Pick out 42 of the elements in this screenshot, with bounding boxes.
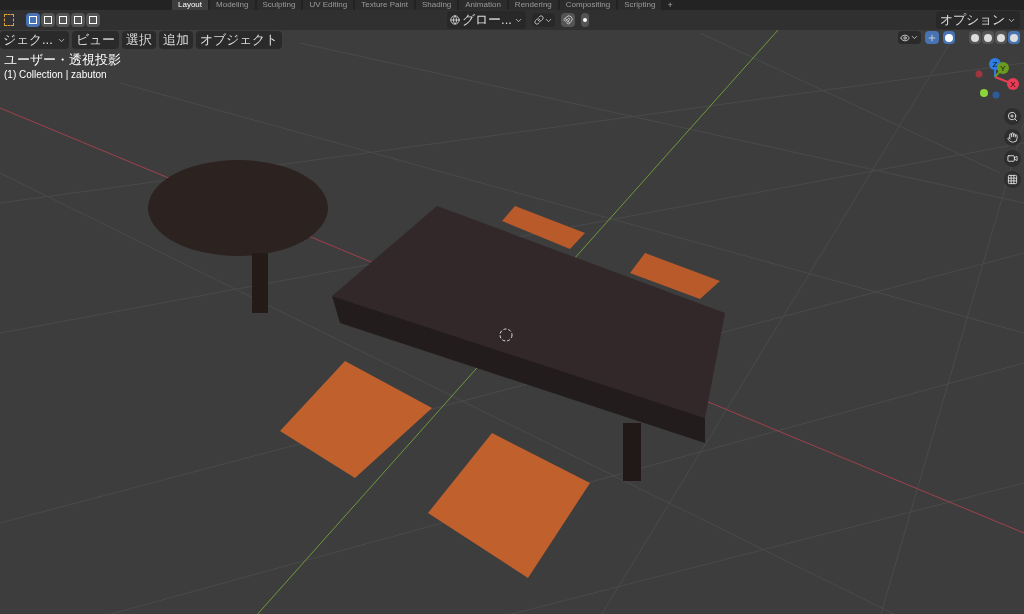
link-icon — [533, 15, 544, 25]
workspace-tab[interactable]: Rendering — [508, 0, 558, 10]
workspace-tab[interactable]: UV Editing — [303, 0, 354, 10]
shading-mode-button[interactable] — [1008, 31, 1020, 44]
workspace-tab[interactable]: Animation — [459, 0, 507, 10]
workspace-tab[interactable]: Texture Paint — [355, 0, 414, 10]
add-workspace-button[interactable]: + — [663, 0, 677, 10]
visibility-dropdown[interactable] — [898, 31, 921, 44]
menu-item[interactable]: ビュー — [71, 31, 119, 49]
pivot-dropdown[interactable] — [531, 13, 555, 27]
chevron-icon — [910, 33, 919, 42]
axis-gizmo-drawing: Z Y X — [975, 57, 1021, 102]
collection-info-label: (1) Collection | zabuton — [4, 68, 108, 81]
mode-dropdown[interactable]: ジェク... — [0, 31, 69, 49]
menu-item[interactable]: 追加 — [158, 31, 193, 49]
shading-mode-button[interactable] — [969, 31, 981, 44]
shading-mode-button[interactable] — [982, 31, 994, 44]
workspace-tab[interactable]: Compositing — [559, 0, 617, 10]
menu-item[interactable]: オブジェクト — [195, 31, 282, 49]
camera-icon[interactable] — [1004, 150, 1021, 167]
workspace-tab[interactable]: Scripting — [618, 0, 662, 10]
menu-item[interactable]: 選択 — [121, 31, 156, 49]
view-name-label: ユーザー・透視投影 — [4, 52, 121, 68]
workspace-tab[interactable]: Shading — [415, 0, 458, 10]
workspace-tab[interactable]: Layout — [172, 0, 209, 10]
select-mode-button[interactable] — [86, 13, 100, 27]
workspace-tab[interactable]: Modeling — [210, 0, 255, 10]
select-mode-button[interactable] — [56, 13, 70, 27]
workspace-tab[interactable]: Sculpting — [256, 0, 302, 10]
shading-mode-button[interactable] — [995, 31, 1007, 44]
options-dropdown[interactable]: オプション — [936, 11, 1020, 29]
orientation-dropdown[interactable]: グロー... — [447, 11, 526, 29]
select-mode-button[interactable] — [71, 13, 85, 27]
cursor-tool-icon[interactable] — [4, 14, 14, 26]
grid-icon[interactable] — [1004, 171, 1021, 188]
hand-icon[interactable] — [1004, 129, 1021, 146]
select-mode-button[interactable] — [41, 13, 55, 27]
overlay-toggle[interactable] — [943, 31, 955, 44]
proportional-button[interactable] — [580, 13, 589, 27]
zoom-icon[interactable] — [1004, 108, 1021, 125]
select-mode-button[interactable] — [26, 13, 40, 27]
eye-icon — [900, 32, 910, 43]
